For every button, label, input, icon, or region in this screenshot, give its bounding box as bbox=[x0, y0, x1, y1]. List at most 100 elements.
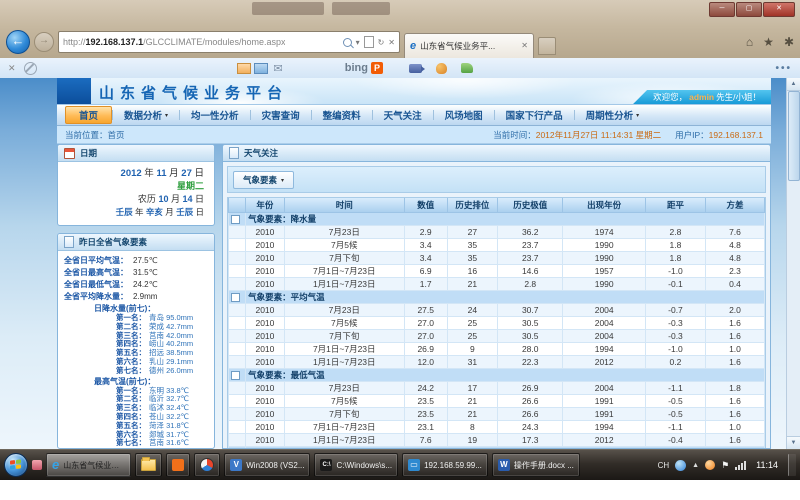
nav-item-2[interactable]: 均一性分析 bbox=[180, 106, 250, 124]
action-center-flag-icon[interactable]: ⚑ bbox=[721, 460, 729, 471]
element-filter-button[interactable]: 气象要素▾ bbox=[233, 171, 294, 189]
tab-close-icon[interactable]: ✕ bbox=[521, 41, 528, 50]
refresh-icon[interactable]: ↻ bbox=[378, 38, 385, 47]
group-row[interactable]: 气象要素：平均气温 bbox=[229, 291, 765, 304]
mail-icon[interactable]: ✉ bbox=[274, 62, 283, 75]
show-desktop-button[interactable] bbox=[788, 454, 796, 476]
table-row[interactable]: 20107月1日~7月23日26.9928.01994-1.01.0 bbox=[229, 343, 765, 356]
compatibility-view-icon[interactable] bbox=[364, 36, 374, 48]
group-checkbox[interactable] bbox=[231, 215, 240, 224]
nav-item-4[interactable]: 整编资料 bbox=[312, 106, 372, 124]
autocomplete-dropdown-icon[interactable]: ▾ bbox=[356, 38, 360, 47]
tools-gear-icon[interactable]: ✱ bbox=[784, 35, 794, 49]
table-cell: 2010 bbox=[246, 382, 285, 395]
tray-orange-icon[interactable] bbox=[705, 460, 715, 470]
people-addon-icon[interactable] bbox=[461, 63, 473, 73]
url-path: /GLCCLIMATE/modules/home.aspx bbox=[143, 37, 285, 47]
table-row[interactable]: 20107月5候27.02530.52004-0.31.6 bbox=[229, 317, 765, 330]
address-bar[interactable]: http://192.168.137.1/GLCCLIMATE/modules/… bbox=[58, 31, 400, 53]
addon-icon[interactable] bbox=[254, 63, 268, 74]
table-cell: 1.8 bbox=[645, 252, 705, 265]
taskbar-pinned-orange-app[interactable] bbox=[166, 453, 190, 477]
nav-item-8[interactable]: 周期性分析▾ bbox=[575, 106, 651, 124]
taskbar-window-ie[interactable]: e 山东省气候业务平... bbox=[46, 453, 131, 477]
more-commands-icon[interactable]: ••• bbox=[775, 63, 792, 74]
tray-expand-icon[interactable]: ▲ bbox=[692, 462, 699, 469]
network-signal-icon[interactable] bbox=[735, 461, 746, 470]
table-cell: 7月1日~7月23日 bbox=[284, 421, 404, 434]
nav-item-6[interactable]: 风场地图 bbox=[434, 106, 494, 124]
network-globe-icon[interactable] bbox=[675, 460, 686, 471]
table-row[interactable]: 20107月23日24.21726.92004-1.11.8 bbox=[229, 382, 765, 395]
nav-item-1[interactable]: 数据分析▾ bbox=[113, 106, 179, 124]
taskbar-window-vm[interactable]: VWin2008 (VS2... bbox=[224, 453, 310, 477]
maximize-button[interactable]: ▢ bbox=[736, 2, 762, 17]
table-cell: 2004 bbox=[563, 330, 646, 343]
addon-card-icons[interactable] bbox=[237, 63, 268, 74]
page-scrollbar[interactable]: ▲ ▼ bbox=[786, 78, 800, 449]
addon-icon[interactable] bbox=[237, 63, 251, 74]
favorites-star-icon[interactable]: ★ bbox=[763, 35, 774, 49]
table-cell: 7.6 bbox=[404, 434, 447, 447]
addon-bar-close-icon[interactable]: ✕ bbox=[8, 63, 16, 74]
table-cell: 2010 bbox=[246, 304, 285, 317]
start-button[interactable] bbox=[4, 453, 28, 477]
table-row[interactable]: 20107月下旬27.02530.52004-0.31.6 bbox=[229, 330, 765, 343]
table-row[interactable]: 20107月1日~7月23日23.1824.31994-1.11.0 bbox=[229, 421, 765, 434]
table-cell: 21 bbox=[447, 278, 497, 291]
home-icon[interactable]: ⌂ bbox=[746, 35, 753, 49]
bing-badge-icon[interactable]: P bbox=[371, 62, 383, 74]
search-icon[interactable] bbox=[343, 38, 352, 47]
new-tab-button[interactable] bbox=[538, 37, 556, 55]
close-button[interactable]: ✕ bbox=[763, 2, 795, 17]
chevron-down-icon: ▾ bbox=[165, 112, 168, 119]
table-cell: 2010 bbox=[246, 317, 285, 330]
window-controls: ─ ▢ ✕ bbox=[709, 2, 795, 17]
forward-button[interactable]: → bbox=[34, 32, 54, 52]
taskbar-clock[interactable]: 11:14 bbox=[756, 460, 778, 470]
language-indicator[interactable]: CH bbox=[658, 461, 670, 470]
table-row[interactable]: 20107月下旬23.52126.61991-0.51.6 bbox=[229, 408, 765, 421]
scrollbar-thumb[interactable] bbox=[788, 91, 800, 181]
table-row[interactable]: 20107月23日27.52430.72004-0.72.0 bbox=[229, 304, 765, 317]
nav-item-7[interactable]: 国家下行产品 bbox=[495, 106, 574, 124]
item-label: 第五名： bbox=[116, 421, 146, 430]
orange-app-icon bbox=[172, 459, 184, 471]
rank-item: 第七名：莒南 31.6℃ bbox=[64, 439, 208, 448]
paw-addon-icon[interactable] bbox=[436, 63, 447, 74]
browser-tab[interactable]: e 山东省气候业务平... ✕ bbox=[404, 33, 534, 58]
group-checkbox[interactable] bbox=[231, 293, 240, 302]
taskbar-window-console[interactable]: C:\C:\Windows\s... bbox=[314, 453, 398, 477]
nav-item-5[interactable]: 天气关注 bbox=[373, 106, 433, 124]
pinned-app-icon[interactable] bbox=[32, 460, 42, 470]
nav-item-0[interactable]: 首页 bbox=[65, 106, 112, 124]
group-row[interactable]: 气象要素：降水量 bbox=[229, 213, 765, 226]
calendar-text: 农历 bbox=[138, 194, 159, 204]
item-value: 菏泽 31.8℃ bbox=[149, 421, 189, 430]
table-row[interactable]: 20101月1日~7月23日7.61917.32012-0.41.6 bbox=[229, 434, 765, 447]
group-checkbox[interactable] bbox=[231, 371, 240, 380]
table-row[interactable]: 20101月1日~7月23日12.03122.320120.21.6 bbox=[229, 356, 765, 369]
minimize-button[interactable]: ─ bbox=[709, 2, 735, 17]
camera-addon-icon[interactable] bbox=[409, 64, 422, 73]
table-row[interactable]: 20107月5候23.52126.61991-0.51.6 bbox=[229, 395, 765, 408]
table-row[interactable]: 20107月1日~7月23日6.91614.61957-1.02.3 bbox=[229, 265, 765, 278]
group-row[interactable]: 气象要素：最低气温 bbox=[229, 369, 765, 382]
welcome-prefix: 欢迎您， bbox=[653, 91, 687, 103]
taskbar-window-word[interactable]: W操作手册.docx ... bbox=[492, 453, 580, 477]
nav-item-3[interactable]: 灾害查询 bbox=[251, 106, 311, 124]
scroll-down-icon[interactable]: ▼ bbox=[787, 436, 800, 449]
blocked-icon[interactable] bbox=[24, 62, 37, 75]
back-button[interactable]: ← bbox=[6, 30, 30, 54]
scroll-up-icon[interactable]: ▲ bbox=[787, 78, 800, 91]
taskbar-window-remote[interactable]: ▭192.168.59.99... bbox=[402, 453, 488, 477]
stop-icon[interactable]: ✕ bbox=[388, 38, 395, 47]
table-row[interactable]: 20107月下旬3.43523.719901.84.8 bbox=[229, 252, 765, 265]
taskbar-pinned-explorer[interactable] bbox=[135, 453, 162, 477]
bing-logo[interactable]: bing bbox=[345, 62, 368, 74]
taskbar-pinned-circle-app[interactable] bbox=[194, 453, 220, 477]
table-row[interactable]: 20107月23日2.92736.219742.87.6 bbox=[229, 226, 765, 239]
table-row[interactable]: 20107月5候3.43523.719901.84.8 bbox=[229, 239, 765, 252]
item-value: 莒南 31.6℃ bbox=[149, 438, 189, 447]
table-row[interactable]: 20101月1日~7月23日1.7212.81990-0.10.4 bbox=[229, 278, 765, 291]
